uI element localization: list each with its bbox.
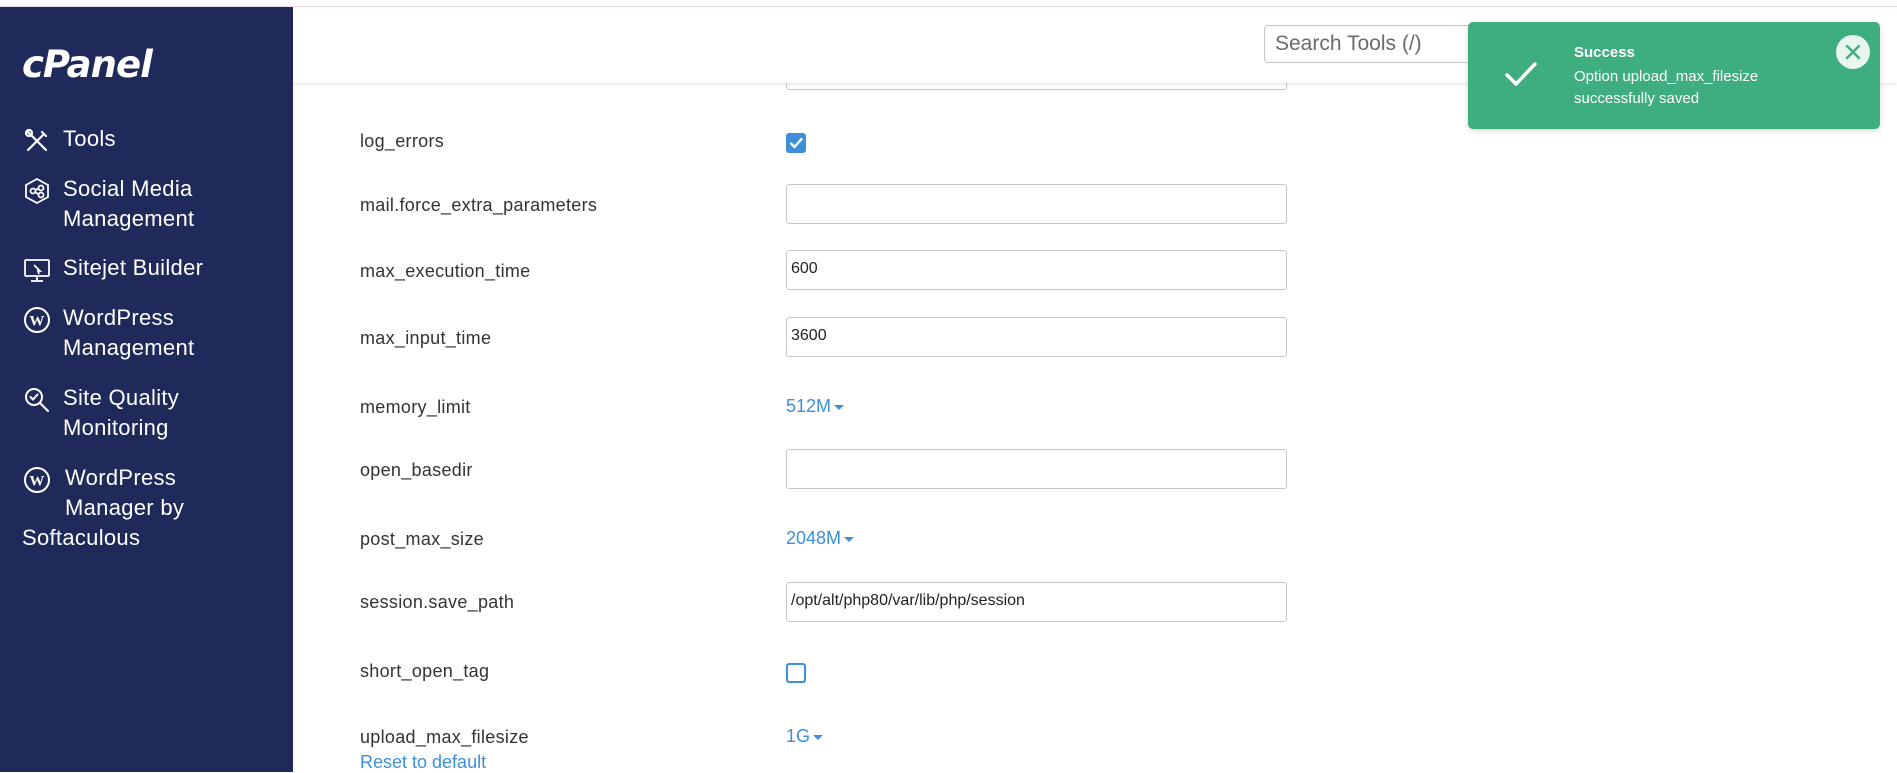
setting-label: post_max_size [360, 529, 484, 549]
sidebar-item-site-quality[interactable]: Site Quality Monitoring [22, 383, 179, 443]
setting-label: max_input_time [360, 328, 492, 348]
dropdown-value: 1G [786, 726, 811, 746]
upload-max-filesize-dropdown[interactable]: 1G [786, 726, 824, 747]
short-open-tag-checkbox[interactable] [786, 663, 806, 683]
checkmark-icon [789, 137, 803, 149]
sidebar: cPanel Tools Social Media Management Sit… [0, 7, 293, 772]
post-max-size-dropdown[interactable]: 2048M [786, 528, 855, 549]
toast-title: Success [1574, 44, 1635, 61]
social-media-icon [25, 177, 49, 205]
svg-text:W: W [29, 474, 44, 490]
open-basedir-input[interactable] [786, 449, 1287, 489]
dropdown-value: 2048M [786, 528, 842, 548]
toast-message: Option upload_max_filesize successfully … [1574, 68, 1759, 107]
max-input-time-input[interactable]: 3600 [786, 317, 1287, 357]
search-input[interactable]: Search Tools (/) [1264, 25, 1474, 63]
setting-label: open_basedir [360, 460, 473, 480]
close-icon [1845, 44, 1861, 60]
svg-text:W: W [29, 314, 44, 330]
sidebar-item-tools[interactable]: Tools [22, 124, 116, 154]
setting-label: upload_max_filesize [360, 727, 529, 747]
sidebar-item-label-line2: Management [63, 335, 195, 360]
sidebar-item-sitejet[interactable]: Sitejet Builder [22, 253, 203, 283]
setting-label: log_errors [360, 131, 445, 151]
log-errors-checkbox[interactable] [786, 133, 806, 153]
sitejet-monitor-icon [24, 259, 50, 282]
sidebar-item-social-media[interactable]: Social Media Management [22, 174, 194, 234]
session-save-path-input[interactable]: /opt/alt/php80/var/lib/php/session [786, 582, 1287, 622]
site-quality-search-icon [25, 388, 49, 412]
sidebar-item-label-line2: Monitoring [63, 415, 169, 440]
setting-label: session.save_path [360, 592, 515, 612]
setting-label: max_execution_time [360, 261, 531, 281]
wordpress-icon: W [24, 467, 50, 493]
top-border [0, 0, 1897, 7]
sidebar-item-label-line2: Management [63, 206, 195, 231]
tools-icon [24, 128, 48, 152]
sidebar-item-label-line2: Manager by [65, 495, 185, 520]
setting-label: memory_limit [360, 397, 471, 417]
cpanel-logo[interactable]: cPanel [22, 43, 153, 86]
memory-limit-dropdown[interactable]: 512M [786, 396, 845, 417]
max-execution-time-input[interactable]: 600 [786, 250, 1287, 290]
setting-label: short_open_tag [360, 661, 490, 681]
mail-force-extra-parameters-input[interactable] [786, 184, 1287, 224]
caret-down-icon [844, 536, 855, 542]
dropdown-value: 512M [786, 396, 832, 416]
success-toast: Success Option upload_max_filesize succe… [1468, 22, 1880, 129]
reset-to-default-link[interactable]: Reset to default [360, 752, 486, 773]
caret-down-icon [813, 734, 824, 740]
close-toast-button[interactable] [1836, 35, 1870, 69]
sidebar-item-wordpress-softaculous[interactable]: W WordPress Manager by Softaculous [22, 463, 184, 553]
sidebar-item-label-line3: Softaculous [22, 525, 141, 550]
wordpress-icon: W [24, 307, 50, 333]
setting-label: mail.force_extra_parameters [360, 195, 598, 215]
checkmark-icon [1505, 62, 1537, 86]
caret-down-icon [834, 404, 845, 410]
sidebar-item-wordpress-management[interactable]: W WordPress Management [22, 303, 194, 363]
